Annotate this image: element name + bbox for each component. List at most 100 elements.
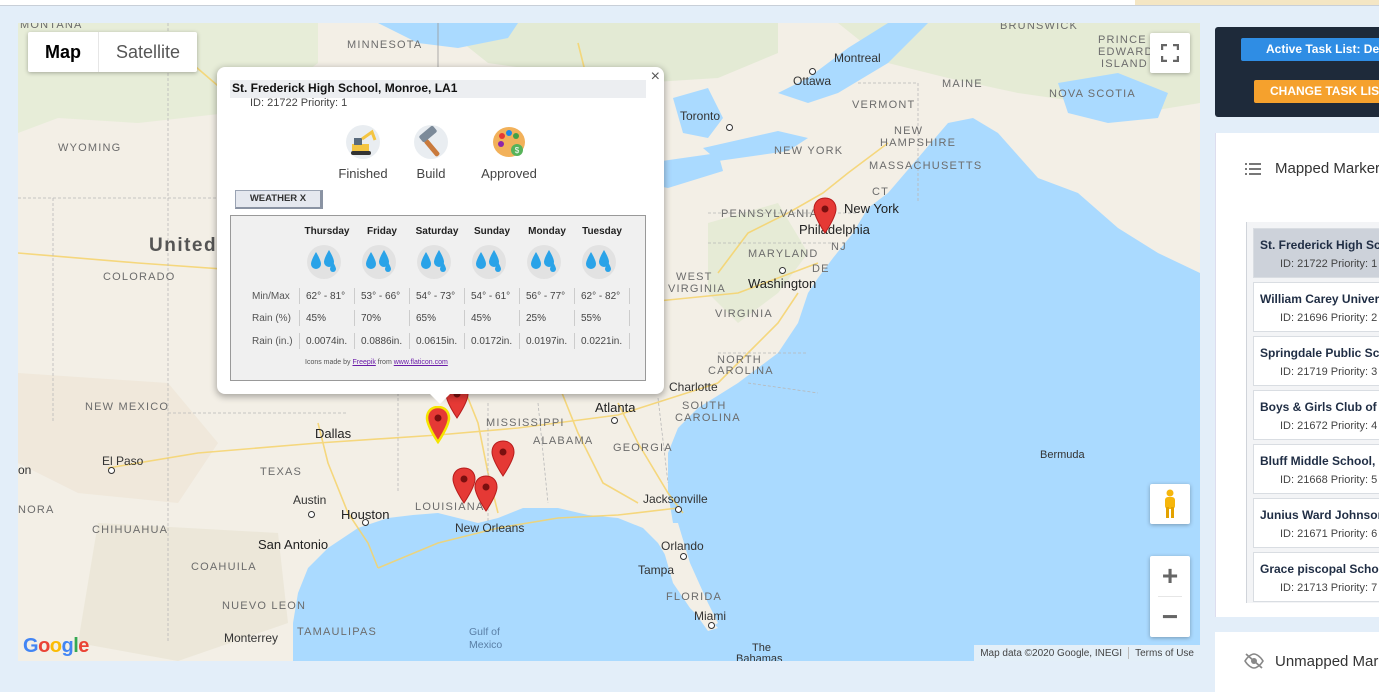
weather-minmax: 53° - 66° [361,291,401,302]
map-type-control: Map Satellite [28,32,198,72]
grid-line [464,333,465,349]
weather-toggle-button[interactable]: WEATHER X [235,190,323,209]
info-window-title: St. Frederick High School, Monroe, LA1 [230,80,646,98]
label-south-carolina-2: CAROLINA [675,412,741,424]
city-atlanta: Atlanta [595,400,636,415]
zoom-in-button[interactable]: + [1150,556,1190,596]
label-montana: MONTANA [20,23,83,31]
hammer-icon [414,125,448,159]
weather-rain-pct: 25% [526,313,547,324]
grid-line [519,288,520,304]
weather-day: Friday [366,226,397,237]
svg-text:$: $ [515,146,520,155]
icon-credit: Icons made by Freepik from www.flaticon.… [305,359,448,366]
label-alabama: ALABAMA [533,435,594,447]
stage-finished[interactable]: Finished [338,124,388,181]
rain-drops-icon [362,245,396,279]
label-new-hampshire-1: NEW [894,125,924,137]
excavator-icon [346,125,380,159]
street-view-pegman-button[interactable] [1150,484,1190,524]
palette-icon: $ [493,127,525,157]
weather-day: Monday [528,226,566,237]
label-tamaulipas: TAMAULIPAS [297,626,378,638]
city-ottawa: Ottawa [793,74,832,88]
label-maine: MAINE [942,78,983,90]
map-marker-pin[interactable] [473,475,499,513]
label-west-virginia-2: VIRGINIA [668,283,726,295]
weather-minmax: 54° - 61° [471,291,511,302]
active-task-list-button[interactable]: Active Task List: De [1241,38,1379,61]
grid-line [519,333,520,349]
ocean-label-2: Mexico [469,639,503,651]
grid-line [354,288,355,304]
info-window-meta: ID: 21722 Priority: 1 [250,97,348,109]
rain-drops-icon [417,245,451,279]
grid-line [354,333,355,349]
list-item-name: Springdale Public Sch [1260,346,1379,360]
fullscreen-icon [1161,44,1179,62]
label-wyoming: WYOMING [58,142,122,154]
city-bermuda: Bermuda [1040,449,1085,461]
map-marker-pin-selected[interactable] [425,406,451,444]
map-type-satellite-button[interactable]: Satellite [99,32,197,72]
unmapped-markers-title: Unmapped Mar [1275,653,1379,670]
city-washington: Washington [748,276,817,291]
weather-rain-pct: 45% [306,313,327,324]
label-nuevo-leon: NUEVO LEON [222,600,307,612]
weather-rain-in: 0.0197in. [526,336,568,347]
grid-line [629,333,630,349]
rain-drops-icon [472,245,506,279]
grid-line [354,310,355,326]
zoom-out-button[interactable]: − [1150,597,1190,637]
list-item[interactable]: Junius Ward Johnson ID: 21671 Priority: … [1253,498,1379,548]
weather-rain-in: 0.0074in. [306,336,348,347]
list-item-name: Junius Ward Johnson [1260,508,1379,522]
city-san-antonio: San Antonio [258,537,329,552]
map-attribution: Map data ©2020 Google, INEGI Terms of Us… [974,645,1200,661]
list-item[interactable]: Boys & Girls Club of M ID: 21672 Priorit… [1253,390,1379,440]
map-type-map-button[interactable]: Map [28,32,99,72]
marker-list[interactable]: St. Frederick High Sch ID: 21722 Priorit… [1246,222,1379,603]
city-dot [680,553,687,560]
label-coahuila: COAHUILA [191,561,257,573]
list-item[interactable]: Bluff Middle School, P ID: 21668 Priorit… [1253,444,1379,494]
city-bahamas-2: Bahamas [736,653,783,661]
list-item[interactable]: St. Frederick High Sch ID: 21722 Priorit… [1253,228,1379,278]
grid-line [299,333,300,349]
list-item-meta: ID: 21696 Priority: 2 [1280,312,1378,324]
weather-rain-pct: 70% [361,313,382,324]
google-logo[interactable]: Google [23,635,89,658]
weather-rain-pct: 45% [471,313,492,324]
label-pei-1: PRINCE [1098,34,1147,46]
grid-line [409,333,410,349]
list-item[interactable]: Grace piscopal School ID: 21713 Priority… [1253,552,1379,602]
credit-from: from [377,359,392,366]
list-item-meta: ID: 21713 Priority: 7 [1280,582,1378,594]
label-nova-scotia: NOVA SCOTIA [1049,88,1136,100]
unmapped-markers-card[interactable]: Unmapped Mar [1215,632,1379,692]
top-strip [0,0,1379,6]
credit-site-link[interactable]: www.flaticon.com [394,359,448,366]
city-dot [308,511,315,518]
grid-line [519,310,520,326]
city-dot [675,506,682,513]
stage-finished-label: Finished [338,166,388,181]
list-item[interactable]: William Carey Univers ID: 21696 Priority… [1253,282,1379,332]
weather-rain-in: 0.0221in. [581,336,623,347]
map-marker-pin[interactable] [490,440,516,478]
credit-author-link[interactable]: Freepik [352,359,375,366]
close-icon[interactable]: × [651,68,660,86]
label-florida: FLORIDA [666,591,723,603]
terms-of-use-link[interactable]: Terms of Use [1129,648,1200,659]
map-marker-pin[interactable] [812,197,838,235]
city-dot [611,417,618,424]
fullscreen-button[interactable] [1150,33,1190,73]
city-dot [726,124,733,131]
list-item[interactable]: Springdale Public Sch ID: 21719 Priority… [1253,336,1379,386]
zoom-control: + − [1150,556,1190,637]
stage-approved[interactable]: $ Approved [479,124,539,181]
task-list-header: Active Task List: De CHANGE TASK LIS [1215,27,1379,117]
stage-build[interactable]: Build [410,124,452,181]
grid-line [464,288,465,304]
change-task-list-button[interactable]: CHANGE TASK LIS [1254,80,1379,103]
